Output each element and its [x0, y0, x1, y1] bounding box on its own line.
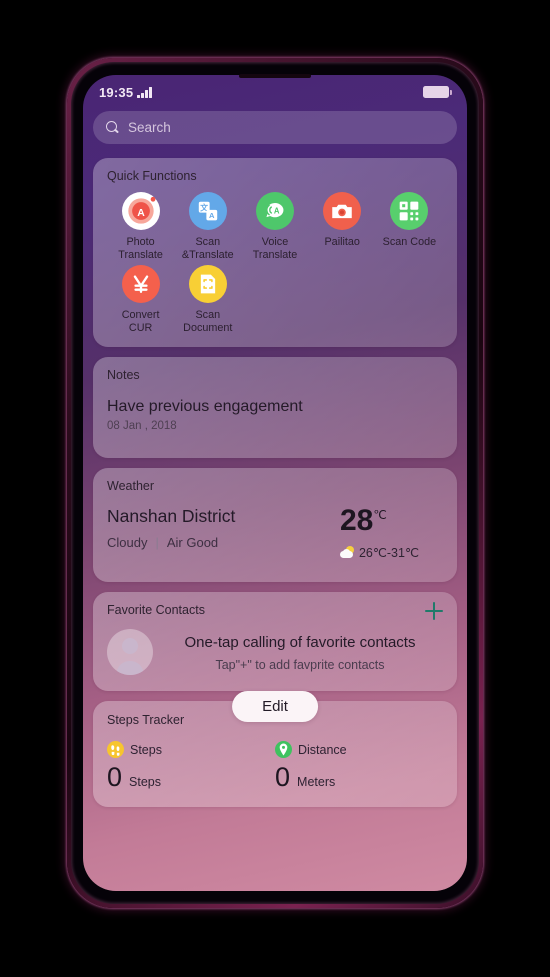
steps-tracker-card: Edit Steps Tracker Steps 0 Steps Distance 0 M… — [93, 691, 457, 808]
search-input[interactable]: Search — [93, 111, 457, 144]
phone-frame: 19:35 Search Quick Functions A Photo Tran… — [67, 58, 483, 908]
steps-metric-value-row: 0 Steps — [107, 764, 275, 791]
weather-location-block: Nanshan District Cloudy | Air Good — [107, 506, 340, 550]
quick-function-item[interactable]: Pailitao — [309, 192, 376, 261]
status-bar-clock: 19:35 — [99, 84, 134, 100]
weather-temp-block: 28℃ 26℃-31℃ — [339, 506, 443, 561]
quick-function-label: Scan Code — [382, 236, 437, 248]
steps-tracker-metrics: Steps 0 Steps Distance 0 Meters — [107, 741, 443, 791]
plus-icon[interactable] — [425, 602, 443, 621]
svg-text:A: A — [209, 211, 215, 220]
steps-metric-value: 0 — [275, 762, 291, 793]
quick-function-label: Pailitao — [324, 236, 360, 248]
notes-card[interactable]: Notes Have previous engagement 08 Jan , … — [93, 357, 457, 459]
favorite-contacts-subtext: Tap"+" to add favprite contacts — [215, 657, 385, 672]
search-placeholder: Search — [128, 120, 171, 135]
notes-title: Notes — [107, 368, 140, 383]
convert-currency-icon — [121, 265, 160, 304]
weather-card[interactable]: Weather Nanshan District Cloudy | Air Good… — [93, 468, 457, 583]
distance-pin-icon — [275, 741, 292, 759]
steps-metric: Distance 0 Meters — [275, 741, 443, 791]
quick-function-label: Photo Translate — [118, 236, 163, 261]
quick-function-label: Scan Document — [183, 309, 233, 334]
quick-function-item[interactable]: Scan Code — [376, 192, 443, 261]
favorite-contacts-text: One-tap calling of favorite contacts Tap… — [163, 633, 443, 672]
quick-functions-card: Quick Functions A Photo Translate 文 A Scan &… — [93, 158, 457, 348]
widget-list: Quick Functions A Photo Translate 文 A Scan &… — [83, 144, 467, 808]
edit-button[interactable]: Edit — [232, 691, 318, 723]
favorite-contacts-card: Favorite Contacts One-tap calling of fav… — [93, 592, 457, 692]
weather-temperature: 28℃ — [340, 506, 419, 536]
status-bar: 19:35 — [83, 75, 467, 109]
sun-behind-cloud-icon — [339, 546, 355, 559]
weather-range: 26℃-31℃ — [358, 546, 419, 561]
weather-condition: Cloudy — [107, 535, 148, 551]
quick-function-item[interactable]: 文 A Scan &Translate — [174, 192, 241, 261]
steps-metric-head: Steps — [107, 741, 275, 759]
weather-separator: | — [155, 535, 159, 551]
phone-bezel: 19:35 Search Quick Functions A Photo Tran… — [71, 62, 479, 904]
quick-functions-title: Quick Functions — [107, 169, 197, 183]
notes-date: 08 Jan , 2018 — [107, 420, 177, 433]
weather-title: Weather — [107, 479, 155, 494]
signal-bars-icon — [137, 86, 152, 98]
notes-content: Have previous engagement — [107, 398, 303, 416]
footsteps-icon — [107, 741, 124, 759]
scan-translate-icon: 文A — [188, 192, 227, 230]
steps-metric: Steps 0 Steps — [107, 741, 275, 791]
phone-notch-speaker — [239, 74, 311, 78]
scan-code-qr-icon — [390, 192, 429, 230]
battery-icon — [423, 86, 452, 98]
favorite-contacts-title: Favorite Contacts — [107, 603, 205, 618]
quick-function-label: Scan &Translate — [181, 236, 234, 261]
favorite-contacts-body: One-tap calling of favorite contacts Tap… — [107, 629, 443, 676]
pailitao-camera-icon — [323, 192, 362, 230]
weather-body: Nanshan District Cloudy | Air Good 28℃ 2… — [107, 506, 443, 561]
weather-temperature-unit: ℃ — [373, 508, 387, 523]
quick-function-item[interactable]: Convert CUR — [107, 265, 174, 334]
steps-metric-label: Steps — [130, 742, 162, 757]
avatar-placeholder-icon — [107, 629, 153, 676]
quick-function-label: Voice Translate — [252, 236, 298, 261]
voice-translate-icon: A — [255, 192, 294, 230]
weather-air-quality: Air Good — [166, 535, 219, 551]
steps-metric-unit: Meters — [297, 775, 336, 790]
svg-text:A: A — [274, 206, 280, 215]
search-icon — [106, 121, 119, 134]
photo-translate-icon: A — [121, 192, 160, 230]
steps-metric-unit: Steps — [129, 775, 161, 790]
weather-city: Nanshan District — [107, 506, 236, 527]
quick-function-item[interactable]: A Voice Translate — [241, 192, 308, 261]
quick-function-item[interactable]: A Photo Translate — [107, 192, 174, 261]
weather-temperature-value: 28 — [339, 504, 374, 538]
steps-metric-value-row: 0 Meters — [275, 764, 443, 791]
quick-functions-grid: A Photo Translate 文 A Scan &Translate A Voice … — [107, 192, 443, 334]
phone-screen: 19:35 Search Quick Functions A Photo Tran… — [83, 75, 467, 891]
weather-range-row: 26℃-31℃ — [339, 545, 419, 561]
scan-document-icon — [188, 265, 227, 304]
steps-metric-value: 0 — [107, 762, 123, 793]
steps-metric-head: Distance — [275, 741, 443, 759]
favorite-contacts-headline: One-tap calling of favorite contacts — [184, 633, 416, 651]
quick-function-label: Convert CUR — [121, 309, 160, 334]
steps-metric-label: Distance — [298, 742, 347, 757]
svg-text:A: A — [137, 208, 145, 219]
quick-function-item[interactable]: Scan Document — [174, 265, 241, 334]
weather-condition-line: Cloudy | Air Good — [107, 535, 340, 550]
